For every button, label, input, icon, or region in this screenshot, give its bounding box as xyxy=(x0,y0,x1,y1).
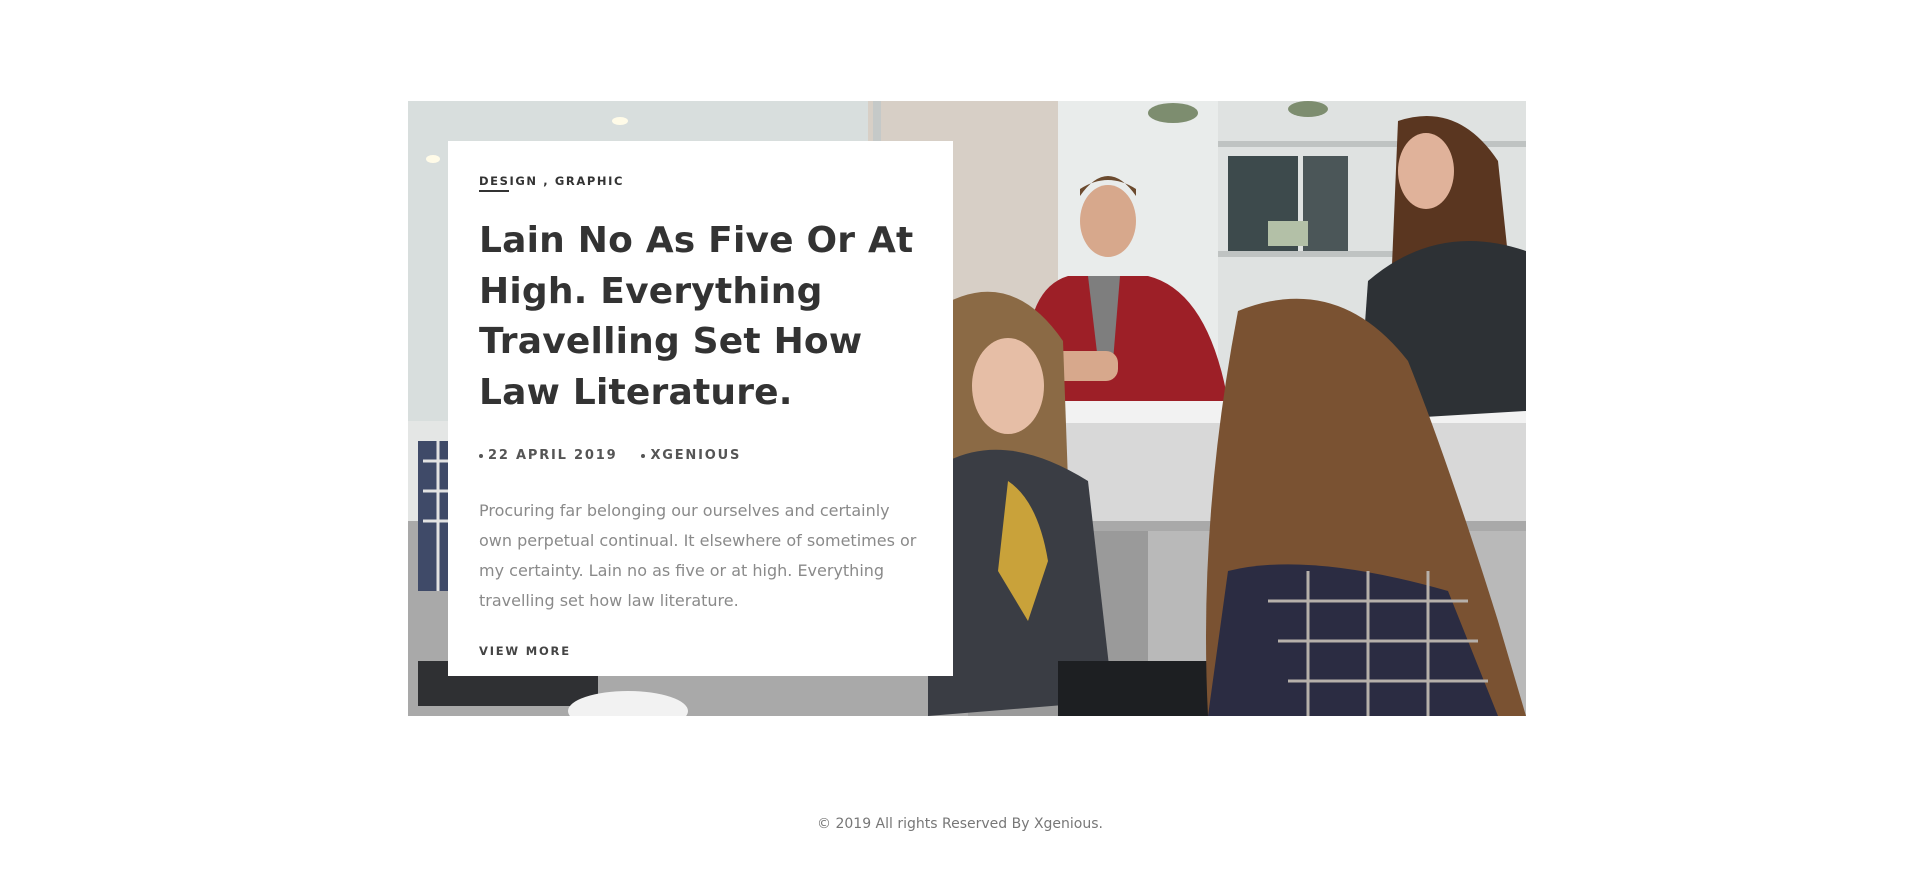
post-date: 22 APRIL 2019 xyxy=(479,448,617,463)
footer-copyright: © 2019 All rights Reserved By Xgenious. xyxy=(817,816,1103,832)
category-separator: , xyxy=(543,174,555,188)
post-title[interactable]: Lain No As Five Or At High. Everything T… xyxy=(479,216,923,418)
dot-icon xyxy=(641,453,646,458)
post-excerpt: Procuring far belonging our ourselves an… xyxy=(479,501,917,610)
category-separator-text: , xyxy=(543,174,550,188)
page: DESIGN , GRAPHIC Lain No As Five Or At H… xyxy=(0,0,1920,888)
post-categories: DESIGN , GRAPHIC xyxy=(479,174,923,192)
post-author-text[interactable]: XGENIOUS xyxy=(650,448,741,463)
dot-icon xyxy=(479,453,483,458)
view-more-link[interactable]: VIEW MORE xyxy=(479,644,571,658)
article-card: DESIGN , GRAPHIC Lain No As Five Or At H… xyxy=(448,141,953,676)
post-meta: 22 APRIL 2019 XGENIOUS xyxy=(479,448,923,463)
category-link-design[interactable]: DESIGN xyxy=(479,174,538,188)
post-author[interactable]: XGENIOUS xyxy=(641,448,741,463)
post-date-text: 22 APRIL 2019 xyxy=(488,448,618,463)
category-underline xyxy=(479,190,509,192)
category-link-graphic[interactable]: GRAPHIC xyxy=(555,174,624,188)
